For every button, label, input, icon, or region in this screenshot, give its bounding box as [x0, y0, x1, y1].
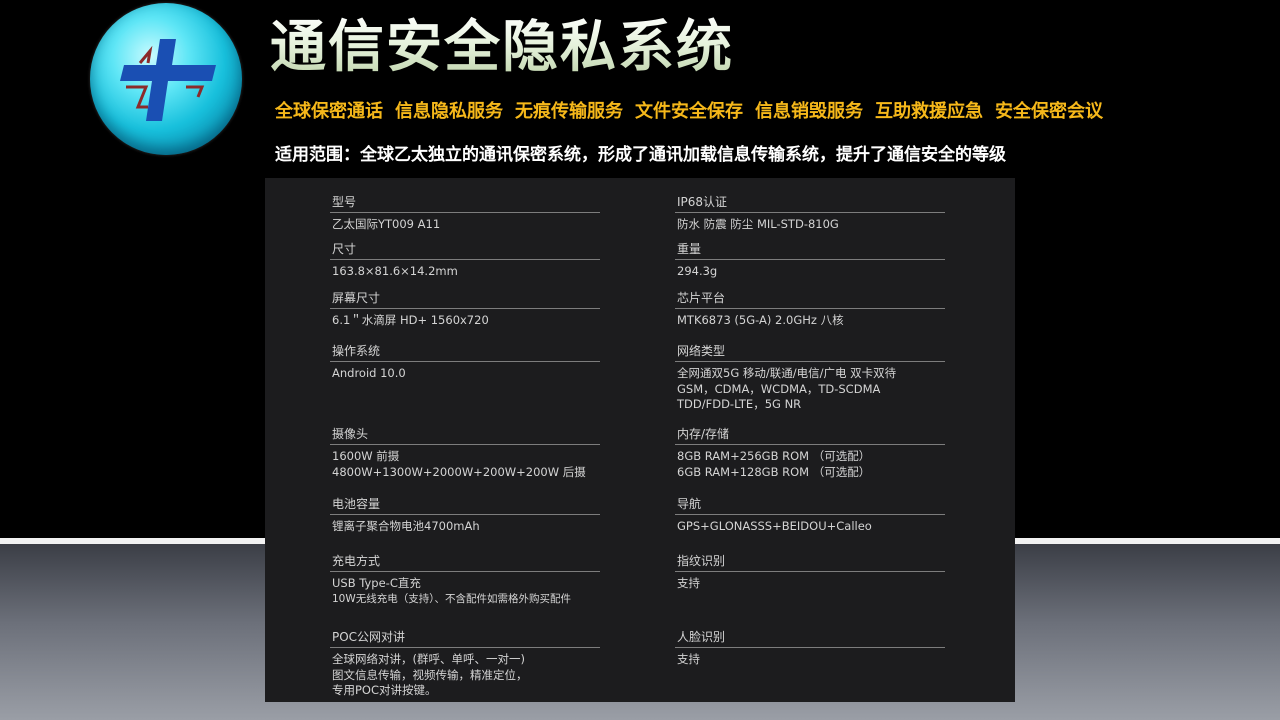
- spec-value: GPS+GLONASSS+BEIDOU+Calleo: [675, 515, 945, 535]
- spec-value-line: 支持: [677, 576, 700, 590]
- spec-label: 内存/存储: [675, 424, 945, 445]
- spec-memory: 内存/存储 8GB RAM+256GB ROM （可选配） 6GB RAM+12…: [675, 424, 945, 480]
- spec-value-line: 1600W 前摄: [332, 449, 400, 463]
- spec-size: 尺寸 163.8×81.6×14.2mm: [330, 239, 600, 280]
- spec-model: 型号 乙太国际YT009 A11: [330, 192, 600, 233]
- spec-label: IP68认证: [675, 192, 945, 213]
- spec-value-line: 8GB RAM+256GB ROM （可选配）: [677, 449, 871, 463]
- spec-value: USB Type-C直充 10W无线充电（支持）、不含配件如需格外购买配件: [330, 572, 600, 607]
- spec-camera: 摄像头 1600W 前摄 4800W+1300W+2000W+200W+200W…: [330, 424, 600, 480]
- spec-value-line: 全网通双5G 移动/联通/电信/广电 双卡双待: [677, 366, 897, 380]
- spec-label: 型号: [330, 192, 600, 213]
- service-item: 互助救援应急: [875, 101, 983, 122]
- spec-value: 支持: [675, 572, 945, 592]
- spec-value: Android 10.0: [330, 362, 600, 382]
- spec-network: 网络类型 全网通双5G 移动/联通/电信/广电 双卡双待 GSM，CDMA，WC…: [675, 341, 945, 413]
- spec-label: 芯片平台: [675, 288, 945, 309]
- spec-label: 摄像头: [330, 424, 600, 445]
- page-title: 通信安全隐私系统: [270, 12, 734, 84]
- spec-value-line: GSM，CDMA，WCDMA，TD-SCDMA: [677, 381, 881, 396]
- spec-value-line: 4800W+1300W+2000W+200W+200W 后摄: [332, 464, 586, 479]
- spec-ip68: IP68认证 防水 防震 防尘 MIL-STD-810G: [675, 192, 945, 233]
- spec-value-line: GPS+GLONASSS+BEIDOU+Calleo: [677, 519, 872, 533]
- spec-value: 乙太国际YT009 A11: [330, 213, 600, 233]
- spec-value-line: 防水 防震 防尘 MIL-STD-810G: [677, 217, 839, 231]
- spec-value-line: USB Type-C直充: [332, 576, 421, 590]
- spec-value: 防水 防震 防尘 MIL-STD-810G: [675, 213, 945, 233]
- spec-value-line: 图文信息传输，视频传输，精准定位，: [332, 667, 528, 682]
- service-item: 安全保密会议: [995, 101, 1103, 122]
- spec-value: 294.3g: [675, 260, 945, 280]
- spec-value-line: 6.1＂水滴屏 HD+ 1560x720: [332, 313, 489, 327]
- spec-os: 操作系统 Android 10.0: [330, 341, 600, 382]
- spec-label: 导航: [675, 494, 945, 515]
- spec-label: 电池容量: [330, 494, 600, 515]
- spec-value: 支持: [675, 648, 945, 668]
- spec-value: 锂离子聚合物电池4700mAh: [330, 515, 600, 535]
- spec-battery: 电池容量 锂离子聚合物电池4700mAh: [330, 494, 600, 535]
- spec-face: 人脸识别 支持: [675, 627, 945, 668]
- company-logo: [90, 3, 242, 155]
- spec-value-line: Android 10.0: [332, 366, 406, 380]
- spec-label: 人脸识别: [675, 627, 945, 648]
- spec-value-line: 支持: [677, 652, 700, 666]
- spec-label: POC公网对讲: [330, 627, 600, 648]
- spec-value-line: TDD/FDD-LTE，5G NR: [677, 397, 802, 411]
- spec-poc: POC公网对讲 全球网络对讲，(群呼、单呼、一对一) 图文信息传输，视频传输，精…: [330, 627, 600, 699]
- spec-label: 重量: [675, 239, 945, 260]
- spec-label: 充电方式: [330, 551, 600, 572]
- service-item: 信息销毁服务: [755, 101, 863, 122]
- spec-value-line: 乙太国际YT009 A11: [332, 217, 441, 231]
- spec-value: 全球网络对讲，(群呼、单呼、一对一) 图文信息传输，视频传输，精准定位， 专用P…: [330, 648, 600, 699]
- spec-label: 尺寸: [330, 239, 600, 260]
- service-item: 全球保密通话: [275, 101, 383, 122]
- spec-value-line: 10W无线充电（支持）、不含配件如需格外购买配件: [332, 592, 571, 605]
- spec-value: 全网通双5G 移动/联通/电信/广电 双卡双待 GSM，CDMA，WCDMA，T…: [675, 362, 945, 413]
- service-item: 无痕传输服务: [515, 101, 623, 122]
- spec-label: 网络类型: [675, 341, 945, 362]
- spec-value: 1600W 前摄 4800W+1300W+2000W+200W+200W 后摄: [330, 445, 600, 480]
- spec-label: 指纹识别: [675, 551, 945, 572]
- spec-value-line: 专用POC对讲按键。: [332, 683, 437, 697]
- spec-weight: 重量 294.3g: [675, 239, 945, 280]
- spec-value: 8GB RAM+256GB ROM （可选配） 6GB RAM+128GB RO…: [675, 445, 945, 480]
- service-item: 信息隐私服务: [395, 101, 503, 122]
- spec-sheet: 型号 乙太国际YT009 A11 IP68认证 防水 防震 防尘 MIL-STD…: [265, 178, 1015, 702]
- spec-value-line: 163.8×81.6×14.2mm: [332, 264, 458, 278]
- spec-chip: 芯片平台 MTK6873 (5G-A) 2.0GHz 八核: [675, 288, 945, 329]
- spec-value-line: 6GB RAM+128GB ROM （可选配）: [677, 464, 871, 479]
- spec-value: 6.1＂水滴屏 HD+ 1560x720: [330, 309, 600, 329]
- spec-charging: 充电方式 USB Type-C直充 10W无线充电（支持）、不含配件如需格外购买…: [330, 551, 600, 607]
- spec-label: 操作系统: [330, 341, 600, 362]
- service-item: 文件安全保存: [635, 101, 743, 122]
- spec-value-line: 全球网络对讲，(群呼、单呼、一对一): [332, 652, 525, 666]
- scope-text: 适用范围：全球乙太独立的通讯保密系统，形成了通讯加载信息传输系统，提升了通信安全…: [275, 145, 1006, 165]
- spec-value: 163.8×81.6×14.2mm: [330, 260, 600, 280]
- spec-value-line: 锂离子聚合物电池4700mAh: [332, 519, 480, 533]
- spec-value-line: 294.3g: [677, 264, 718, 278]
- cross-logo-icon: [120, 39, 216, 121]
- spec-label: 屏幕尺寸: [330, 288, 600, 309]
- spec-value: MTK6873 (5G-A) 2.0GHz 八核: [675, 309, 945, 329]
- spec-value-line: MTK6873 (5G-A) 2.0GHz 八核: [677, 313, 844, 327]
- spec-navigation: 导航 GPS+GLONASSS+BEIDOU+Calleo: [675, 494, 945, 535]
- services-list: 全球保密通话 信息隐私服务 无痕传输服务 文件安全保存 信息销毁服务 互助救援应…: [275, 96, 1115, 124]
- spec-fingerprint: 指纹识别 支持: [675, 551, 945, 592]
- spec-screen: 屏幕尺寸 6.1＂水滴屏 HD+ 1560x720: [330, 288, 600, 329]
